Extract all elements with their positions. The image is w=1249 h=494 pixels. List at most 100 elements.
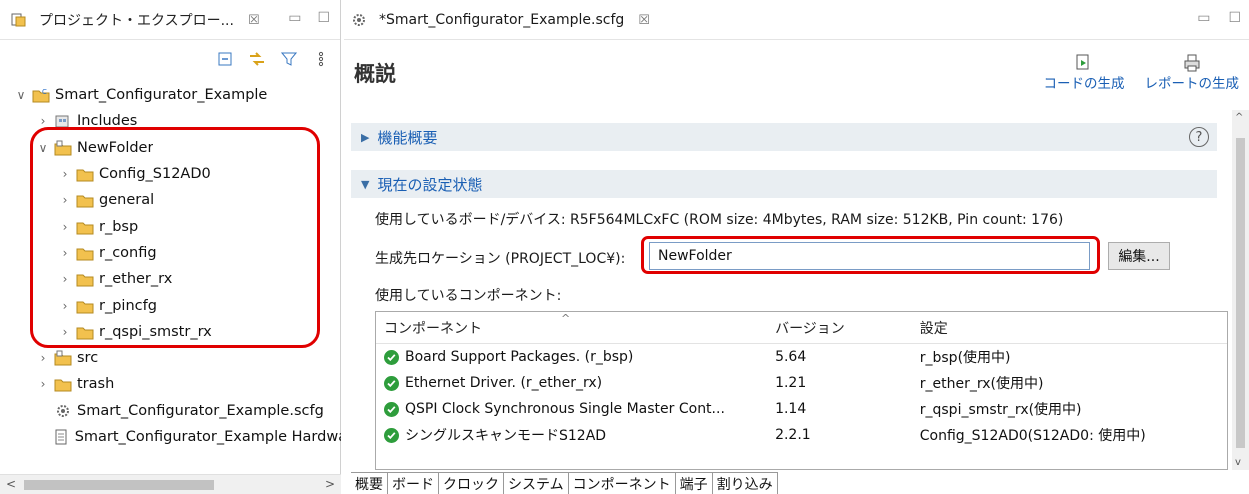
chevron-right-icon[interactable]: › [36, 114, 50, 128]
explorer-tab-bar: プロジェクト・エクスプロー... ☒ ▭ ☐ [0, 0, 340, 40]
includes-icon [54, 113, 72, 129]
tree-item-scfg[interactable]: Smart_Configurator_Example.scfg [0, 398, 341, 424]
folder-icon [76, 166, 94, 182]
gear-file-icon [350, 12, 368, 28]
tree-item-rqspi[interactable]: › r_qspi_smstr_rx [0, 319, 341, 345]
tree-item-newfolder[interactable]: ∨ NewFolder [0, 135, 341, 161]
tree-item-label: Smart_Configurator_Example.scfg [77, 402, 324, 419]
chevron-right-icon[interactable]: › [58, 220, 72, 234]
section-status-header[interactable]: ▼ 現在の設定状態 [351, 170, 1217, 198]
table-row[interactable]: Board Support Packages. (r_bsp) 5.64 r_bsp… [376, 344, 1227, 370]
location-input[interactable]: NewFolder [649, 242, 1090, 270]
scroll-up-icon[interactable]: ^ [1235, 112, 1243, 123]
tree-item-label: src [77, 350, 99, 367]
svg-text:C: C [42, 88, 47, 96]
cell-version: 5.64 [775, 349, 807, 365]
project-explorer-view: プロジェクト・エクスプロー... ☒ ▭ ☐ ∨ C Smart_Configura… [0, 0, 341, 494]
page-tab-5[interactable]: 端子 [675, 473, 713, 494]
page-tab-0[interactable]: 概要 [351, 473, 388, 494]
page-tab-6[interactable]: 割り込み [712, 473, 778, 494]
tree-item-label: r_ether_rx [99, 271, 173, 288]
chevron-right-icon[interactable]: › [58, 167, 72, 181]
tree-item-rbsp[interactable]: › r_bsp [0, 213, 341, 239]
tree-item-rpincfg[interactable]: › r_pincfg [0, 292, 341, 318]
explorer-tab[interactable]: プロジェクト・エクスプロー... ☒ [0, 0, 270, 40]
cell-setting: r_qspi_smstr_rx(使用中) [919, 402, 1082, 418]
collapse-all-icon[interactable] [216, 50, 234, 68]
scroll-thumb[interactable] [24, 480, 214, 490]
scroll-right-icon[interactable]: > [325, 477, 335, 491]
vertical-scroll-thumb[interactable] [1236, 138, 1245, 448]
tree-item-label: Config_S12AD0 [99, 166, 211, 183]
tree-item-rconfig[interactable]: › r_config [0, 240, 341, 266]
page-tab-2[interactable]: クロック [439, 473, 504, 494]
edit-button[interactable]: 編集... [1108, 242, 1170, 270]
vertical-scrollbar[interactable]: ^ v [1232, 110, 1249, 470]
generate-code-button[interactable]: コードの生成 [1044, 50, 1125, 92]
tree-item-label: r_bsp [99, 218, 139, 235]
cell-component: Board Support Packages. (r_bsp) [376, 349, 767, 365]
chevron-right-icon[interactable]: › [36, 351, 50, 365]
tree-item-root[interactable]: ∨ C Smart_Configurator_Example [0, 82, 341, 108]
section-features-header[interactable]: ▶ 機能概要 ? [351, 123, 1217, 151]
tree-item-general[interactable]: › general [0, 187, 341, 213]
scroll-down-icon[interactable]: v [1235, 457, 1241, 468]
chevron-down-icon: ▼ [361, 177, 370, 191]
close-icon[interactable]: ☒ [638, 13, 650, 28]
chevron-right-icon[interactable]: › [58, 246, 72, 260]
tree-item-rether[interactable]: › r_ether_rx [0, 266, 341, 292]
table-row[interactable]: シングルスキャンモードS12AD 2.2.1 Config_S12AD0(S12AD… [376, 422, 1227, 448]
column-header-version[interactable]: バージョン [767, 312, 912, 344]
help-icon[interactable]: ? [1189, 127, 1209, 147]
tree-item-hw[interactable]: Smart_Configurator_Example Hardware [0, 424, 341, 450]
chevron-right-icon[interactable]: › [36, 377, 50, 391]
column-header-component[interactable]: コンポーネント ^ [376, 312, 767, 344]
view-menu-icon[interactable] [312, 50, 330, 68]
chevron-right-icon: ▶ [361, 130, 370, 144]
tree-item-src[interactable]: › src [0, 345, 341, 371]
folder-icon [76, 298, 94, 314]
folder-icon [76, 324, 94, 340]
components-table: コンポーネント ^ バージョン 設定 Board Support Package… [375, 311, 1228, 470]
chevron-right-icon[interactable]: › [58, 299, 72, 313]
generation-actions: コードの生成 レポートの生成 [1044, 50, 1239, 92]
folder-icon [76, 192, 94, 208]
cell-version: 2.2.1 [775, 427, 811, 443]
tree-item-config[interactable]: › Config_S12AD0 [0, 161, 341, 187]
page-tab-4[interactable]: コンポーネント [568, 473, 676, 494]
component-name: シングルスキャンモードS12AD [405, 428, 607, 444]
maximize-icon[interactable]: ☐ [317, 10, 330, 26]
cell-version: 1.21 [775, 375, 807, 391]
tree-item-label: Smart_Configurator_Example [55, 87, 268, 104]
close-icon[interactable]: ☒ [248, 13, 260, 28]
explorer-window-buttons: ▭ ☐ [288, 10, 330, 26]
chevron-right-icon[interactable]: › [58, 193, 72, 207]
tree-item-includes[interactable]: › Includes [0, 108, 341, 134]
generate-report-button[interactable]: レポートの生成 [1145, 50, 1239, 92]
tree-item-label: Includes [77, 113, 138, 130]
page-tab-3[interactable]: システム [504, 473, 569, 494]
horizontal-scrollbar[interactable]: < > [0, 474, 341, 494]
tree-item-trash[interactable]: › trash [0, 371, 341, 397]
scroll-left-icon[interactable]: < [6, 477, 16, 491]
minimize-icon[interactable]: ▭ [1197, 10, 1210, 26]
maximize-icon[interactable]: ☐ [1228, 10, 1241, 26]
cell-version: 1.14 [775, 401, 807, 417]
page-tab-1[interactable]: ボード [388, 473, 439, 494]
chevron-down-icon[interactable]: ∨ [36, 141, 50, 155]
minimize-icon[interactable]: ▭ [288, 10, 301, 26]
board-value: R5F564MLCxFC (ROM size: 4Mbytes, RAM siz… [570, 212, 1064, 228]
table-row[interactable]: QSPI Clock Synchronous Single Master Con… [376, 396, 1227, 422]
check-circle-icon [384, 427, 399, 443]
chevron-down-icon[interactable]: ∨ [14, 88, 28, 102]
editor-tab-scfg[interactable]: *Smart_Configurator_Example.scfg ☒ [350, 0, 650, 40]
filter-icon[interactable] [280, 50, 298, 68]
folder-icon [76, 219, 94, 235]
chevron-right-icon[interactable]: › [58, 325, 72, 339]
table-row[interactable]: Ethernet Driver. (r_ether_rx) 1.21 r_ether… [376, 370, 1227, 396]
component-name: Board Support Packages. (r_bsp) [405, 349, 634, 365]
column-header-setting[interactable]: 設定 [912, 312, 1227, 344]
tree-item-label: general [99, 192, 155, 209]
chevron-right-icon[interactable]: › [58, 272, 72, 286]
link-with-editor-icon[interactable] [248, 50, 266, 68]
